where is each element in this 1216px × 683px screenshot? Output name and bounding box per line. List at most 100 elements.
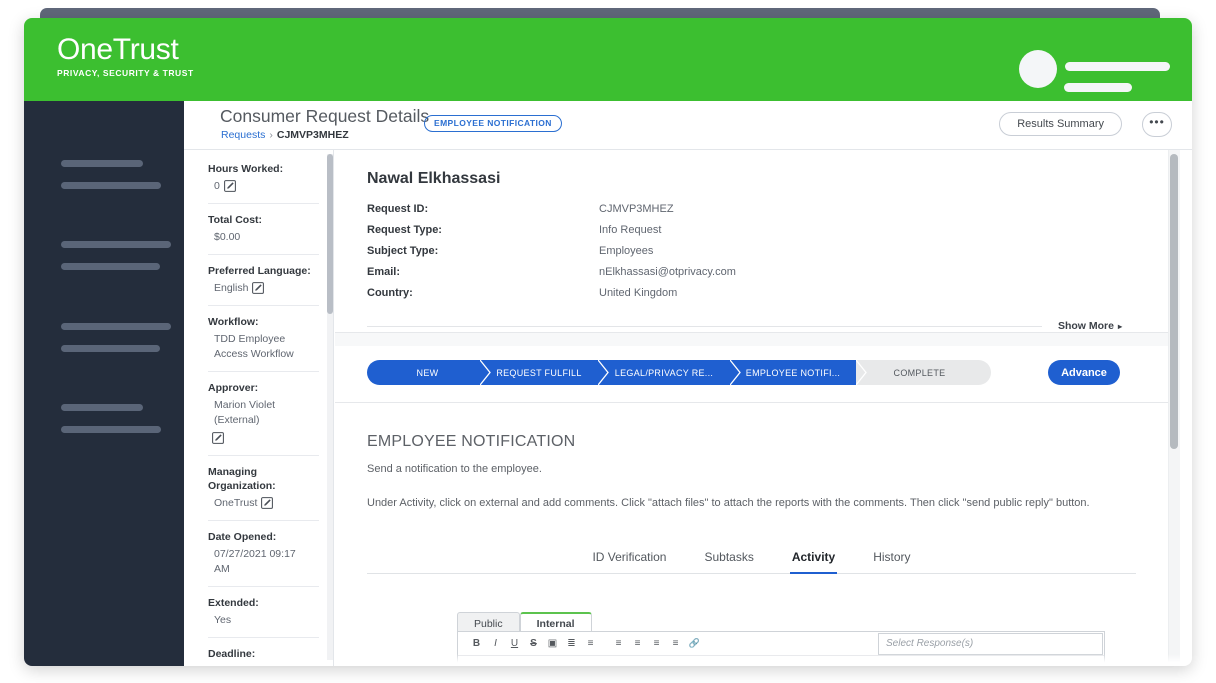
detail-field-value: $0.00: [214, 231, 241, 243]
align-center-icon[interactable]: ≡: [628, 635, 647, 653]
chevron-right-icon: ▸: [1117, 322, 1122, 331]
align-left-icon[interactable]: ≡: [609, 635, 628, 653]
ordered-list-icon[interactable]: ≣: [562, 635, 581, 653]
page-title: Consumer Request Details: [220, 106, 430, 126]
tab-subtasks[interactable]: Subtasks: [702, 546, 755, 573]
application-window: OneTrust PRIVACY, SECURITY & TRUST Consu…: [24, 18, 1192, 666]
attachment-icon[interactable]: 🔗: [685, 635, 704, 653]
detail-field-label: Total Cost:: [208, 214, 263, 226]
edit-pencil-icon[interactable]: [223, 180, 236, 192]
tab-history[interactable]: History: [871, 546, 912, 573]
detail-field-label: Hours Worked:: [208, 163, 284, 175]
editor-visibility-tabs: Public Internal: [457, 612, 1105, 632]
summary-row-value: United Kingdom: [599, 287, 678, 299]
summary-row-key: Request Type:: [367, 224, 442, 236]
workflow-step[interactable]: EMPLOYEE NOTIFI...: [730, 360, 868, 385]
step-chevron-icon: [480, 360, 492, 385]
detail-field-label: Preferred Language:: [208, 265, 311, 277]
workflow-step[interactable]: COMPLETE: [856, 360, 991, 385]
detail-field-value: TDD Employee Access Workflow: [214, 333, 294, 360]
detail-field: Hours Worked: 0: [208, 162, 319, 203]
editor-tab-internal[interactable]: Internal: [519, 612, 592, 632]
summary-row: Country: United Kingdom: [367, 283, 1168, 304]
detail-field-value: Yes: [214, 614, 232, 626]
sidebar-scrollbar-thumb[interactable]: [327, 154, 333, 314]
breadcrumb-separator: ›: [269, 129, 273, 141]
detail-field: Deadline: 08/26/2021 09:17 AM: [208, 637, 319, 666]
select-response-input[interactable]: Select Response(s): [878, 633, 1103, 655]
detail-field-label: Deadline:: [208, 648, 256, 660]
detail-field: Date Opened: 07/27/2021 09:17 AM: [208, 520, 319, 586]
breadcrumb: Requests › CJMVP3MHEZ: [221, 129, 349, 141]
nav-redacted-bar: [61, 323, 171, 330]
edit-pencil-icon[interactable]: [261, 497, 274, 509]
page-header: Consumer Request Details Requests › CJMVP3…: [184, 101, 1192, 150]
summary-row-value: Info Request: [599, 224, 662, 236]
primary-navigation-rail[interactable]: [24, 101, 184, 666]
editor-tab-public[interactable]: Public: [457, 612, 520, 632]
summary-row: Email: nElkhassasi@otprivacy.com: [367, 262, 1168, 283]
status-badge: EMPLOYEE NOTIFICATION: [424, 115, 562, 132]
breadcrumb-link-requests[interactable]: Requests: [221, 129, 265, 141]
task-tab-strip: ID Verification Subtasks Activity History: [367, 546, 1136, 574]
more-actions-button[interactable]: •••: [1142, 112, 1172, 137]
detail-field-value: 08/26/2021 09:17 AM: [208, 664, 312, 666]
edit-pencil-icon[interactable]: [252, 282, 265, 294]
strikethrough-icon[interactable]: S: [524, 635, 543, 653]
avatar[interactable]: [1019, 50, 1057, 88]
task-description-1: Send a notification to the employee.: [367, 463, 542, 475]
italic-icon[interactable]: I: [486, 635, 505, 653]
detail-field-label: Extended:: [208, 597, 259, 609]
advance-button[interactable]: Advance: [1048, 360, 1120, 385]
nav-redacted-bar: [61, 241, 171, 248]
image-icon[interactable]: ▣: [543, 635, 562, 653]
justify-icon[interactable]: ≡: [666, 635, 685, 653]
workflow-step-label: EMPLOYEE NOTIFI...: [745, 367, 841, 378]
main-content-panel: Nawal Elkhassasi Request ID: CJMVP3MHEZ Re…: [335, 150, 1180, 666]
step-chevron-icon: [856, 360, 868, 385]
summary-row-value: nElkhassasi@otprivacy.com: [599, 266, 736, 278]
nav-redacted-bar: [61, 404, 143, 411]
show-more-label: Show More: [1057, 320, 1114, 332]
summary-row-key: Request ID:: [367, 203, 429, 215]
results-summary-button[interactable]: Results Summary: [999, 112, 1122, 136]
show-more-row: Show More ▸: [367, 320, 1136, 332]
nav-redacted-bar: [61, 345, 160, 352]
summary-row-key: Subject Type:: [367, 245, 439, 257]
summary-row-key: Country:: [367, 287, 413, 299]
detail-field: Preferred Language: English: [208, 254, 319, 305]
show-more-button[interactable]: Show More ▸: [1042, 320, 1136, 332]
summary-row-value: CJMVP3MHEZ: [599, 203, 674, 215]
detail-field: Workflow: TDD Employee Access Workflow: [208, 305, 319, 371]
viewport-bottom-fade: [335, 654, 1180, 666]
detail-field-value: 0: [214, 180, 220, 192]
workflow-step-label: LEGAL/PRIVACY RE...: [614, 367, 714, 378]
brand-header: OneTrust PRIVACY, SECURITY & TRUST: [24, 18, 1192, 101]
step-chevron-icon: [598, 360, 610, 385]
workflow-stepper: NEW REQUEST FULFILL LEGAL/PRIVACY RE... EMP…: [367, 360, 991, 385]
detail-field-label: Workflow:: [208, 316, 259, 328]
main-scrollbar-thumb[interactable]: [1170, 154, 1178, 449]
align-right-icon[interactable]: ≡: [647, 635, 666, 653]
nav-redacted-bar: [61, 263, 160, 270]
summary-row-key: Email:: [367, 266, 401, 278]
onetrust-logo[interactable]: OneTrust PRIVACY, SECURITY & TRUST: [57, 33, 194, 78]
unordered-list-icon[interactable]: ≡: [581, 635, 600, 653]
detail-field-value: Marion Violet (External): [214, 399, 276, 426]
workflow-step[interactable]: REQUEST FULFILL: [480, 360, 610, 385]
summary-row: Request Type: Info Request: [367, 220, 1168, 241]
workflow-step[interactable]: LEGAL/PRIVACY RE...: [598, 360, 742, 385]
summary-row: Subject Type: Employees: [367, 241, 1168, 262]
tab-id-verification[interactable]: ID Verification: [590, 546, 668, 573]
workflow-stepper-bar: NEW REQUEST FULFILL LEGAL/PRIVACY RE... EMP…: [335, 346, 1168, 403]
bold-icon[interactable]: B: [467, 635, 486, 653]
workflow-step[interactable]: NEW: [367, 360, 492, 385]
underline-icon[interactable]: U: [505, 635, 524, 653]
request-summary-list: Request ID: CJMVP3MHEZ Request Type: Info R…: [335, 199, 1168, 304]
detail-field-value: 07/27/2021 09:17 AM: [214, 548, 296, 575]
tab-activity[interactable]: Activity: [789, 546, 838, 574]
detail-field-label: Approver:: [208, 382, 259, 394]
detail-field: Managing Organization: OneTrust: [208, 455, 319, 520]
edit-pencil-icon[interactable]: [212, 432, 224, 444]
detail-field-label: Managing Organization:: [208, 466, 276, 492]
